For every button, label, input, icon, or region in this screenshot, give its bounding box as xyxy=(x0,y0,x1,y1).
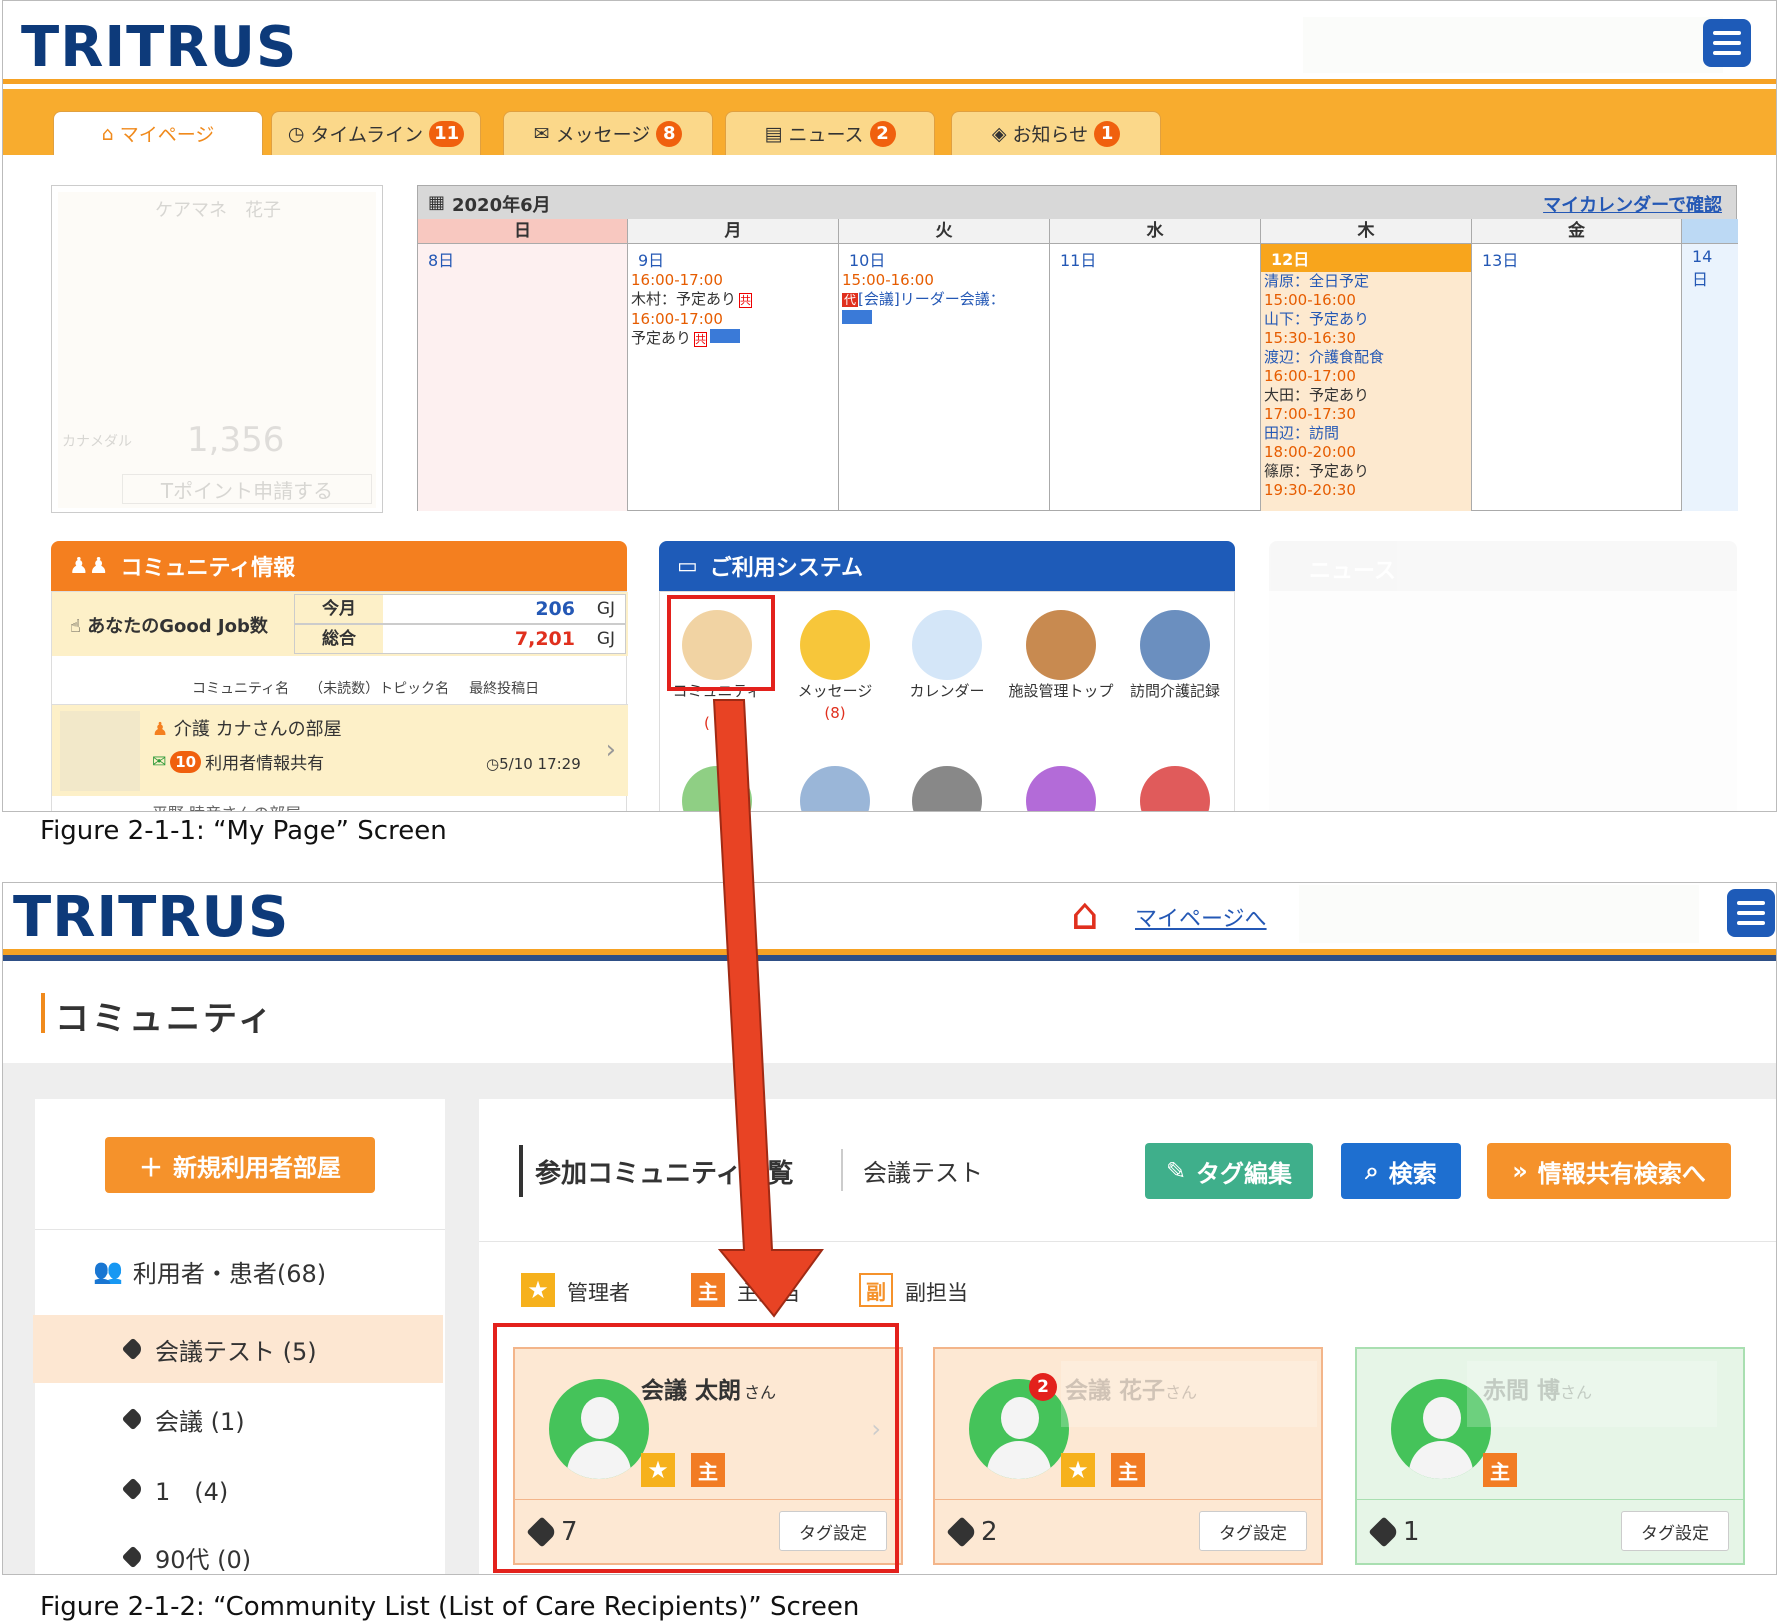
arrow-overlay xyxy=(712,699,824,1318)
red-arrow-icon xyxy=(712,699,824,1318)
